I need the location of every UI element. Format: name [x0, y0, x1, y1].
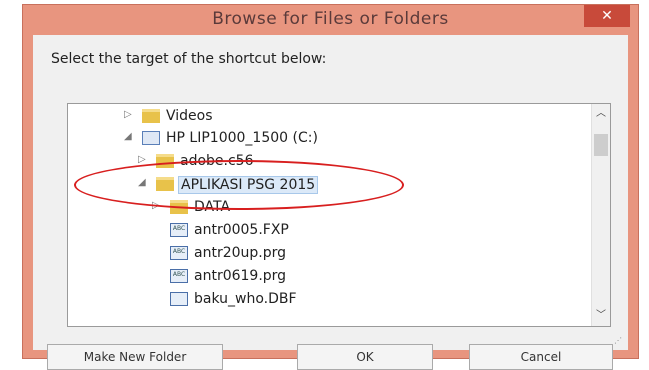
video-folder-icon: [142, 109, 160, 123]
tree-item-label: antr0005.FXP: [194, 222, 289, 238]
tree-item-drive-c[interactable]: ◢ HP LIP1000_1500 (C:): [68, 128, 588, 150]
tree-item-file[interactable]: baku_who.DBF: [68, 289, 588, 311]
tree-item-label: antr0619.prg: [194, 268, 287, 284]
file-icon: [170, 292, 188, 306]
file-icon: ABC: [170, 223, 188, 237]
tree-item-file[interactable]: ABC antr0005.FXP: [68, 220, 588, 242]
cancel-button[interactable]: Cancel: [469, 344, 613, 370]
tree-item-label: HP LIP1000_1500 (C:): [166, 130, 318, 146]
folder-tree[interactable]: ▷ Videos ◢ HP LIP1000_1500 (C:) ▷ adobe.…: [67, 103, 611, 327]
scroll-down-icon[interactable]: ﹀: [592, 308, 610, 324]
drive-icon: [142, 131, 160, 145]
expand-arrow-icon[interactable]: ▷: [138, 154, 146, 165]
expand-arrow-icon[interactable]: ▷: [124, 109, 132, 120]
tree-item-label: baku_who.DBF: [194, 291, 297, 307]
tree-item-file[interactable]: ABC antr0619.prg: [68, 266, 588, 288]
file-icon: ABC: [170, 269, 188, 283]
tree-item-label: Videos: [166, 108, 213, 124]
vertical-scrollbar[interactable]: ︿ ﹀: [591, 104, 610, 326]
ok-button[interactable]: OK: [297, 344, 433, 370]
resize-grip-icon[interactable]: ⋰: [614, 336, 624, 346]
tree-item-label: antr20up.prg: [194, 245, 287, 261]
highlight-ellipse: [74, 160, 404, 210]
instruction-text: Select the target of the shortcut below:: [51, 51, 327, 67]
collapse-arrow-icon[interactable]: ◢: [124, 131, 132, 142]
make-new-folder-button[interactable]: Make New Folder: [47, 344, 223, 370]
close-button[interactable]: ✕: [584, 5, 630, 27]
dialog-title: Browse for Files or Folders: [212, 9, 449, 29]
title-bar[interactable]: Browse for Files or Folders ✕: [23, 5, 638, 35]
scroll-up-icon[interactable]: ︿: [592, 106, 610, 122]
tree-item-videos[interactable]: ▷ Videos: [68, 106, 588, 128]
file-icon: ABC: [170, 246, 188, 260]
scrollbar-thumb[interactable]: [594, 134, 608, 156]
tree-item-file[interactable]: ABC antr20up.prg: [68, 243, 588, 265]
